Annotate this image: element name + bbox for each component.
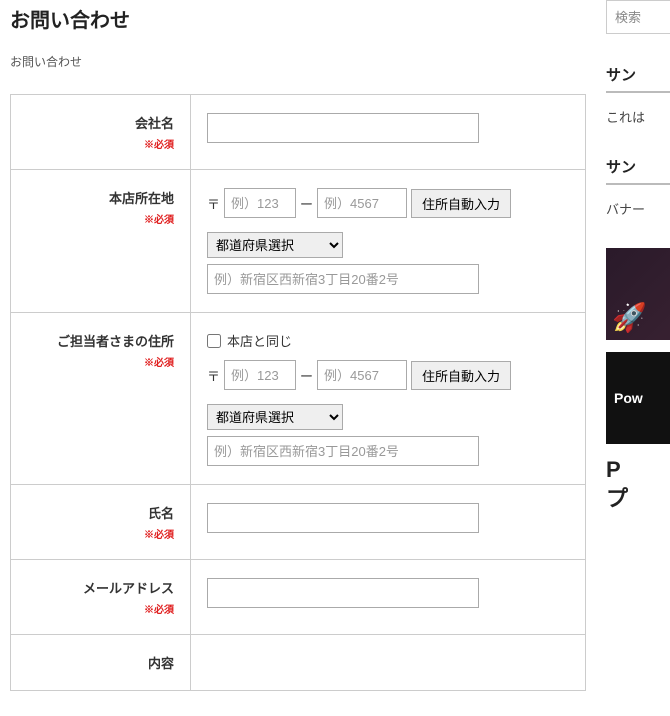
sidebar-text-2: バナー [606,199,670,218]
sidebar-promo-2: プ [606,485,670,514]
label-head-office: 本店所在地 ※必須 [11,170,191,313]
sidebar-banner-2[interactable]: Pow [606,352,670,444]
required-head-office: ※必須 [27,211,174,226]
company-input[interactable] [207,113,479,143]
required-name: ※必須 [27,526,174,541]
same-as-head-checkbox[interactable] [207,334,221,348]
sidebar-heading-2: サン [606,156,670,185]
contact-address-input[interactable] [207,436,479,466]
zip-mark-head: 〒 [207,194,220,213]
label-name-text: 氏名 [148,506,174,521]
contact-zip2-input[interactable] [317,360,407,390]
label-content-text: 内容 [148,656,174,671]
head-zip1-input[interactable] [224,188,296,218]
contact-form: 会社名 ※必須 本店所在地 ※必須 〒 [10,94,586,691]
label-company: 会社名 ※必須 [11,95,191,170]
rocket-icon: 🚀 [612,301,647,334]
required-company: ※必須 [27,136,174,151]
head-auto-address-button[interactable]: 住所自動入力 [411,189,511,218]
label-email: メールアドレス ※必須 [11,560,191,635]
search-input[interactable]: 検索 [606,0,670,34]
same-as-head-label: 本店と同じ [227,331,292,350]
breadcrumb: お問い合わせ [10,53,586,70]
required-contact-address: ※必須 [27,354,174,369]
zip-dash-contact: ー [300,366,313,385]
head-zip2-input[interactable] [317,188,407,218]
label-content: 内容 [11,635,191,691]
sidebar-heading-1: サン [606,64,670,93]
contact-auto-address-button[interactable]: 住所自動入力 [411,361,511,390]
head-prefecture-select[interactable]: 都道府県選択 [207,232,343,258]
zip-dash-head: ー [300,194,313,213]
email-input[interactable] [207,578,479,608]
sidebar-text-1: これは [606,107,670,126]
label-head-office-text: 本店所在地 [109,191,174,206]
head-address-input[interactable] [207,264,479,294]
page-title: お問い合わせ [10,4,586,33]
contact-zip1-input[interactable] [224,360,296,390]
label-contact-address: ご担当者さまの住所 ※必須 [11,313,191,485]
sidebar-banner-2-text: Pow [614,390,643,406]
required-email: ※必須 [27,601,174,616]
sidebar-promo-1: P [606,456,670,485]
zip-mark-contact: 〒 [207,366,220,385]
contact-prefecture-select[interactable]: 都道府県選択 [207,404,343,430]
label-company-text: 会社名 [135,116,174,131]
label-email-text: メールアドレス [83,581,174,596]
sidebar-banner-1[interactable]: 🚀 [606,248,670,340]
name-input[interactable] [207,503,479,533]
label-name: 氏名 ※必須 [11,485,191,560]
label-contact-address-text: ご担当者さまの住所 [57,334,174,349]
